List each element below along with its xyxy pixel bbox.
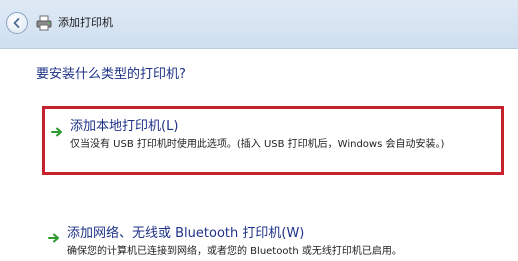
option-description: 仅当没有 USB 打印机时使用此选项。(插入 USB 打印机后，Windows … (70, 139, 445, 150)
add-network-printer-option[interactable]: 添加网络、无线或 Bluetooth 打印机(W) 确保您的计算机已连接到网络，… (42, 222, 504, 261)
page-question: 要安装什么类型的打印机? (36, 67, 186, 82)
green-arrow-icon (48, 228, 60, 247)
add-local-printer-option[interactable]: 添加本地打印机(L) 仅当没有 USB 打印机时使用此选项。(插入 USB 打印… (42, 106, 504, 175)
title-bar: 添加打印机 (0, 0, 518, 49)
printer-icon (36, 15, 52, 35)
back-arrow-icon (13, 18, 20, 28)
option-description: 确保您的计算机已连接到网络，或者您的 Bluetooth 或无线打印机已启用。 (67, 246, 402, 257)
option-title[interactable]: 添加网络、无线或 Bluetooth 打印机(W) (67, 225, 304, 243)
back-button[interactable] (6, 12, 28, 34)
window-title: 添加打印机 (58, 16, 113, 29)
option-title[interactable]: 添加本地打印机(L) (70, 118, 178, 136)
green-arrow-icon (51, 122, 63, 141)
